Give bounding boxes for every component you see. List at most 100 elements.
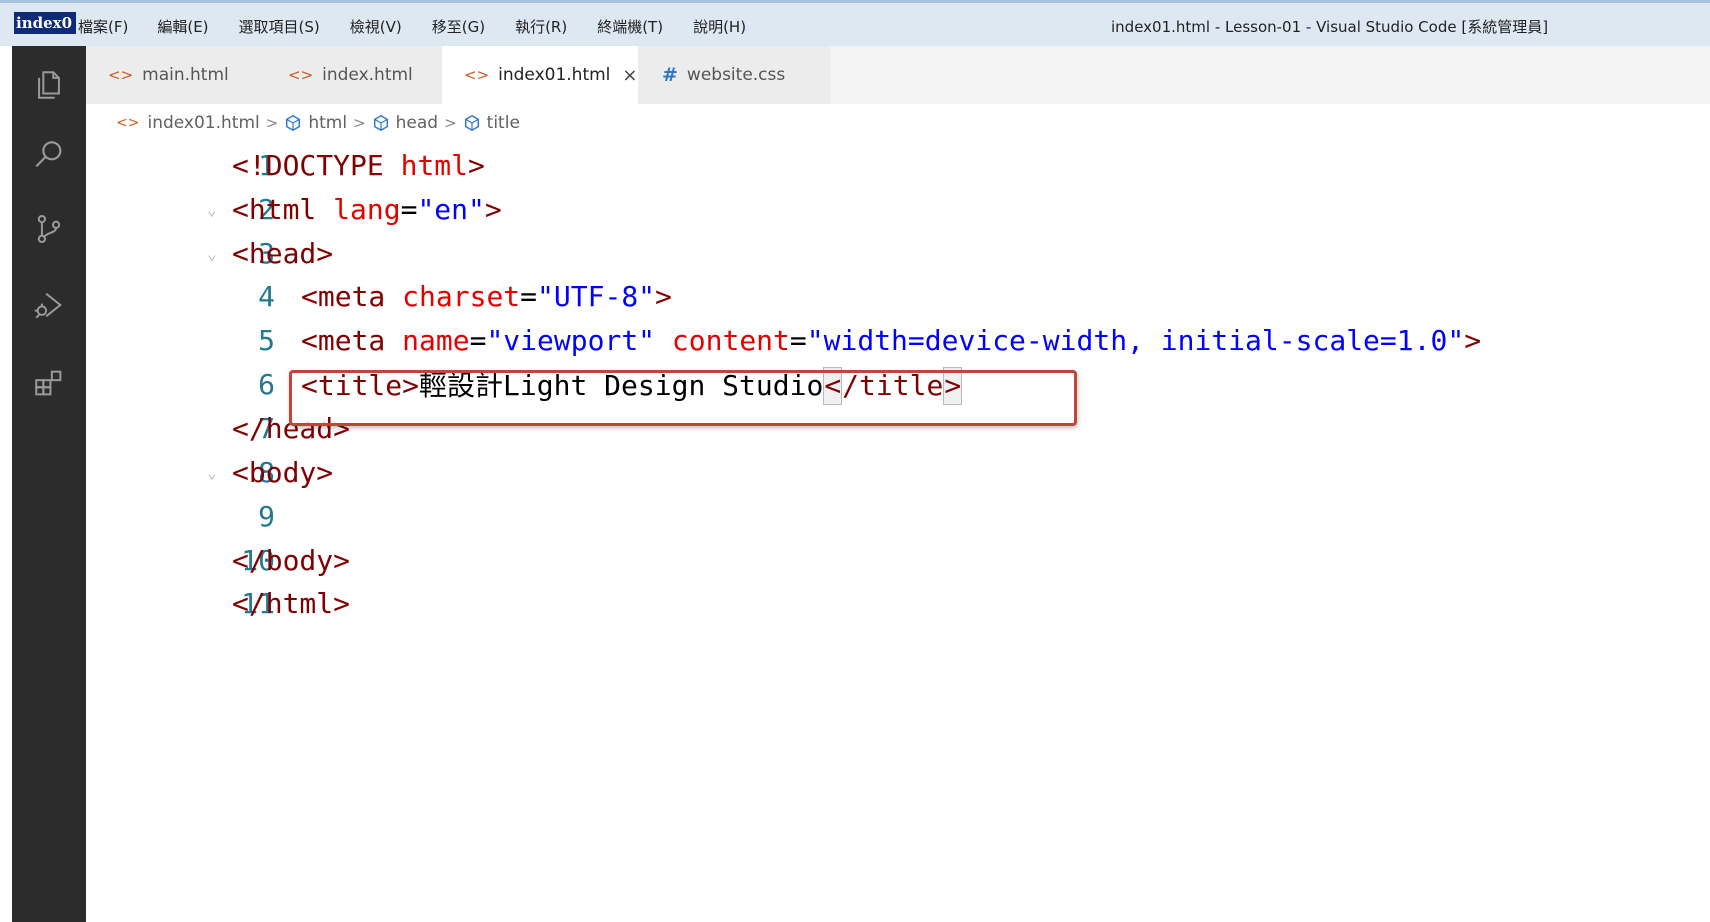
line-number: 6 <box>258 368 275 402</box>
breadcrumb-file[interactable]: index01.html <box>147 113 259 133</box>
code-text: <meta charset="UTF-8"> <box>301 280 672 313</box>
line-number: 4 <box>258 280 275 314</box>
token: "width=device-width, initial-scale=1.0" <box>806 324 1465 358</box>
code-line: 6 <title>輕設計Light Design Studio</title> <box>86 361 1710 409</box>
token: > <box>655 280 672 314</box>
token: name <box>402 324 470 358</box>
breadcrumb-item-title[interactable]: title <box>487 113 520 133</box>
symbol-element-icon <box>286 114 301 132</box>
tab-index01-html[interactable]: <> index01.html × <box>442 46 638 104</box>
tab-label: main.html <box>142 65 229 85</box>
token: /title <box>842 369 944 403</box>
code-text: </html> <box>232 587 351 621</box>
token: charset <box>402 280 521 314</box>
line-number: 9 <box>258 500 275 534</box>
tab-index-html[interactable]: <> index.html <box>266 46 442 104</box>
code-line: 5 <meta name="viewport" content="width=d… <box>86 317 1710 365</box>
menu-file[interactable]: 檔案(F) <box>78 16 128 37</box>
token: > <box>468 149 485 183</box>
code-text: <body> <box>232 456 334 490</box>
source-control-icon[interactable] <box>12 198 86 260</box>
code-line: 11 </html> <box>86 580 1710 628</box>
code-line: 4 <meta charset="UTF-8"> <box>86 273 1710 321</box>
app-badge: index0 <box>14 12 76 34</box>
token: = <box>520 280 538 314</box>
title-bar: index0 檔案(F) 編輯(E) 選取項目(S) 檢視(V) 移至(G) 執… <box>0 0 1710 46</box>
token: <! <box>232 149 266 183</box>
token: > <box>1464 324 1482 358</box>
token: = <box>469 324 487 358</box>
breadcrumb-item-html[interactable]: html <box>308 113 347 133</box>
code-line: 3 ⌄ <head> <box>86 230 1710 278</box>
menu-terminal[interactable]: 終端機(T) <box>597 16 663 37</box>
chevron-down-icon[interactable]: ⌄ <box>207 244 217 263</box>
bracket-match: < <box>823 367 843 406</box>
explorer-icon[interactable] <box>12 54 86 116</box>
close-icon[interactable]: × <box>622 65 637 86</box>
token: "UTF-8" <box>537 280 656 314</box>
token: html <box>400 149 469 183</box>
code-text: <!DOCTYPE html> <box>232 149 485 182</box>
menu-edit[interactable]: 編輯(E) <box>157 16 208 37</box>
token: <meta <box>301 324 386 358</box>
activity-bar <box>12 46 86 922</box>
chevron-right-icon: > <box>353 114 366 132</box>
token: content <box>671 324 790 358</box>
chevron-right-icon: > <box>444 114 457 132</box>
token: <meta <box>301 280 386 314</box>
bracket-match: > <box>943 367 963 406</box>
code-text: </head> <box>232 412 351 446</box>
code-line: 10 </body> <box>86 537 1710 585</box>
menu-run[interactable]: 執行(R) <box>515 16 567 37</box>
extensions-icon[interactable] <box>12 352 86 414</box>
code-line: 2 ⌄ <html lang="en"> <box>86 186 1710 234</box>
code-text: <meta name="viewport" content="width=dev… <box>301 324 1481 357</box>
token: > <box>484 193 502 227</box>
token: "viewport" <box>486 324 656 358</box>
html-file-icon: <> <box>464 66 490 84</box>
code-text: <head> <box>232 237 334 271</box>
menu-selection[interactable]: 選取項目(S) <box>239 16 320 37</box>
breadcrumb: <> index01.html > html > head > title <box>116 110 520 136</box>
title-content: 輕設計Light Design Studio <box>419 369 824 403</box>
tab-label: index.html <box>322 65 413 85</box>
code-line: 9 <box>86 493 1710 541</box>
token: <title> <box>301 369 420 403</box>
line-number: 5 <box>258 324 275 358</box>
tab-label: website.css <box>686 65 786 85</box>
chevron-down-icon[interactable]: ⌄ <box>207 463 217 482</box>
symbol-element-icon <box>464 114 479 132</box>
html-file-icon: <> <box>116 115 140 131</box>
code-editor[interactable]: 1 <!DOCTYPE html> 2 ⌄ <html lang="en"> 3… <box>86 142 1710 922</box>
tab-label: index01.html <box>498 65 611 85</box>
search-icon[interactable] <box>12 124 86 186</box>
html-file-icon: <> <box>108 66 134 84</box>
menu-go[interactable]: 移至(G) <box>432 16 485 37</box>
chevron-right-icon: > <box>265 114 279 132</box>
token: <html <box>232 193 317 227</box>
menu-bar: 檔案(F) 編輯(E) 選取項目(S) 檢視(V) 移至(G) 執行(R) 終端… <box>78 16 776 37</box>
tab-website-css[interactable]: # website.css <box>638 46 830 104</box>
token: lang <box>333 193 401 227</box>
token: = <box>400 193 418 227</box>
token: = <box>789 324 807 358</box>
code-text: <title>輕設計Light Design Studio</title> <box>301 364 963 406</box>
css-file-icon: # <box>662 64 678 86</box>
breadcrumb-item-head[interactable]: head <box>396 113 438 133</box>
code-text: </body> <box>232 544 351 578</box>
code-text: <html lang="en"> <box>232 193 502 226</box>
run-debug-icon[interactable] <box>12 274 86 336</box>
window-title: index01.html - Lesson-01 - Visual Studio… <box>1111 18 1549 36</box>
chevron-down-icon[interactable]: ⌄ <box>207 200 217 219</box>
tab-bar: <> main.html <> index.html <> index01.ht… <box>86 46 1710 104</box>
html-file-icon: <> <box>288 66 314 84</box>
code-line: 8 ⌄ <body> <box>86 449 1710 497</box>
token: DOCTYPE <box>265 149 384 183</box>
menu-help[interactable]: 說明(H) <box>693 16 746 37</box>
token: "en" <box>417 193 485 227</box>
symbol-element-icon <box>373 114 388 132</box>
tab-main-html[interactable]: <> main.html <box>86 46 266 104</box>
menu-view[interactable]: 檢視(V) <box>350 16 402 37</box>
code-line: 7 </head> <box>86 405 1710 453</box>
code-line: 1 <!DOCTYPE html> <box>86 142 1710 190</box>
